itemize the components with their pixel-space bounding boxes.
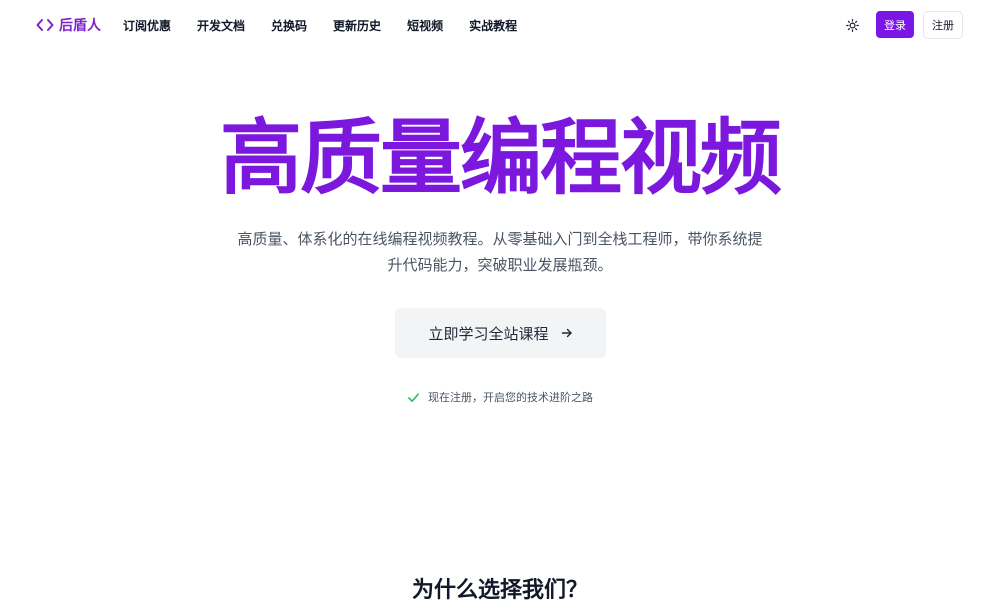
check-icon xyxy=(407,391,420,404)
signup-note-text: 现在注册，开启您的技术进阶之路 xyxy=(428,391,593,404)
nav-link-changelog[interactable]: 更新历史 xyxy=(333,17,381,34)
page: 后盾人 订阅优惠 开发文档 兑换码 更新历史 短视频 实战教程 登录 注册 高质… xyxy=(0,0,1000,600)
theme-toggle-button[interactable] xyxy=(842,15,862,35)
signup-note: 现在注册，开启您的技术进阶之路 xyxy=(0,388,1000,406)
brand-logo[interactable]: 后盾人 xyxy=(36,14,101,36)
top-navbar: 后盾人 订阅优惠 开发文档 兑换码 更新历史 短视频 实战教程 登录 注册 xyxy=(0,0,1000,50)
login-button[interactable]: 登录 xyxy=(876,11,914,38)
cta-label: 立即学习全站课程 xyxy=(428,324,549,343)
nav-link-docs[interactable]: 开发文档 xyxy=(197,17,245,34)
nav-link-redeem-code[interactable]: 兑换码 xyxy=(271,17,307,34)
nav-link-short-videos[interactable]: 短视频 xyxy=(407,17,443,34)
features-section-title: 为什么选择我们？ xyxy=(411,578,588,600)
hero-description: 高质量、体系化的在线编程视频教程。从零基础入门到全栈工程师，带你系统提升代码能力… xyxy=(237,230,763,274)
nav-link-subscription[interactable]: 订阅优惠 xyxy=(123,17,171,34)
hero-title: 高质量编程视频 xyxy=(219,111,782,206)
start-learning-button[interactable]: 立即学习全站课程 xyxy=(395,308,606,358)
nav-link-tutorials[interactable]: 实战教程 xyxy=(469,17,517,34)
nav-links: 订阅优惠 开发文档 兑换码 更新历史 短视频 实战教程 xyxy=(123,15,517,35)
register-button[interactable]: 注册 xyxy=(923,11,963,39)
sun-icon xyxy=(845,18,859,32)
brand-name: 后盾人 xyxy=(59,18,101,34)
arrow-right-icon xyxy=(561,327,573,339)
code-brackets-icon xyxy=(36,18,54,32)
